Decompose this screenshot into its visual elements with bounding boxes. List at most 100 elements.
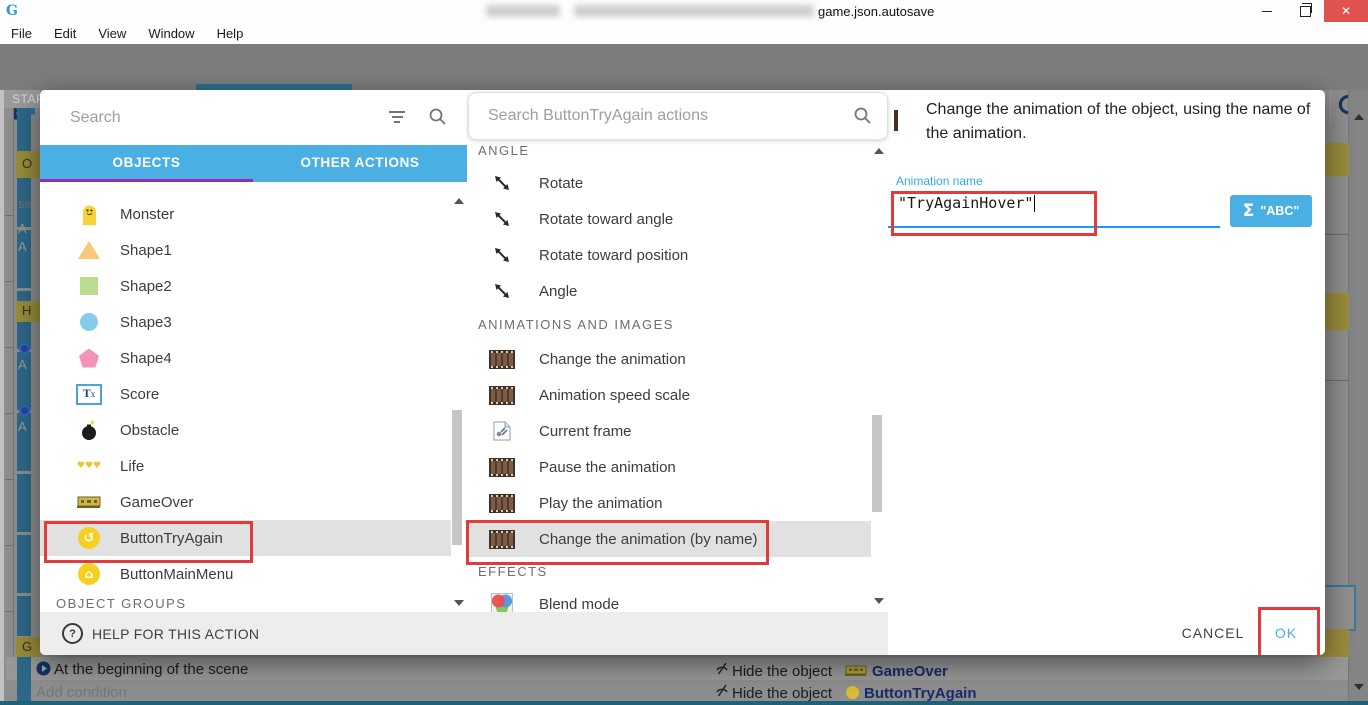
action-item-angle[interactable]: Angle <box>467 273 871 309</box>
menu-file[interactable]: File <box>0 26 43 41</box>
redacted-text-block <box>486 5 560 17</box>
section-header-angle: ANGLE <box>478 143 530 158</box>
filmstrip-icon <box>489 386 515 405</box>
objects-scroll-up-icon[interactable] <box>454 198 464 204</box>
comment-fragment: H <box>22 303 31 318</box>
action-item-label: Blend mode <box>539 596 619 613</box>
object-item-monster[interactable]: Monster <box>40 196 451 232</box>
animation-name-label: Animation name <box>896 174 983 188</box>
filmstrip-icon <box>489 494 515 513</box>
monster-icon <box>76 203 102 225</box>
objects-search-input[interactable] <box>40 90 410 145</box>
annotation-box-animation-name <box>891 191 1097 236</box>
tab-objects-label: OBJECTS <box>113 155 181 170</box>
condition-flower-icon <box>19 343 30 354</box>
search-icon <box>428 107 448 127</box>
start-column-label: START <box>12 92 40 106</box>
help-link[interactable]: HELP FOR THIS ACTION <box>92 626 259 642</box>
object-item-score[interactable]: Tx Score <box>40 376 451 412</box>
action-item-label: Animation speed scale <box>539 387 690 404</box>
events-tree-ticks <box>5 150 13 660</box>
tab-objects[interactable]: OBJECTS <box>40 145 253 179</box>
event-selection-bar <box>17 108 31 636</box>
object-item-shape1[interactable]: Shape1 <box>40 232 451 268</box>
object-item-obstacle[interactable]: Obstacle <box>40 412 451 448</box>
instruction-editor-dialog: OBJECTS OTHER ACTIONS Monster Shape1 Sha… <box>40 90 1325 655</box>
action-item-label: Pause the animation <box>539 459 676 476</box>
abc-label: "ABC" <box>1260 204 1299 218</box>
add-condition-text: Add condition <box>36 684 127 701</box>
objects-scrollbar-thumb[interactable] <box>452 410 462 545</box>
rotate-icon <box>489 210 515 228</box>
menu-view[interactable]: View <box>87 26 137 41</box>
actions-scroll-down-icon[interactable] <box>874 598 884 604</box>
action-item-current-frame[interactable]: Current frame <box>467 413 871 449</box>
titlebar: G game.json.autosave ✕ <box>0 0 1368 23</box>
tab-other-actions[interactable]: OTHER ACTIONS <box>253 145 467 179</box>
rotate-icon <box>489 246 515 264</box>
event-selection-bar <box>17 657 31 703</box>
gdevelop-window: G game.json.autosave ✕ File Edit View Wi… <box>0 0 1368 705</box>
objects-scroll-down-icon[interactable] <box>454 600 464 606</box>
object-item-label: Score <box>120 386 159 403</box>
menu-edit[interactable]: Edit <box>43 26 87 41</box>
hide-action-text: Hide the object <box>732 685 832 702</box>
actions-search-card <box>468 92 888 140</box>
event-text-fragment: A <box>18 357 27 372</box>
menu-help[interactable]: Help <box>206 26 255 41</box>
hide-action-text: Hide the object <box>732 663 832 680</box>
comment-row: G <box>16 637 40 658</box>
filmstrip-icon <box>489 458 515 477</box>
object-item-shape3[interactable]: Shape3 <box>40 304 451 340</box>
actions-scrollbar-thumb[interactable] <box>872 415 882 512</box>
window-title: game.json.autosave <box>818 4 934 19</box>
minimize-button[interactable] <box>1248 0 1286 22</box>
action-item-rotate-toward-angle[interactable]: Rotate toward angle <box>467 201 871 237</box>
action-item-play-animation[interactable]: Play the animation <box>467 485 871 521</box>
object-item-shape4[interactable]: Shape4 <box>40 340 451 376</box>
hide-action-object: ButtonTryAgain <box>864 685 977 702</box>
hide-action-icon <box>716 662 728 675</box>
object-item-label: ButtonMainMenu <box>120 566 233 583</box>
actions-search-input[interactable] <box>486 93 840 139</box>
action-item-rotate-toward-position[interactable]: Rotate toward position <box>467 237 871 273</box>
event-condition-row <box>6 680 1348 703</box>
action-item-label: Play the animation <box>539 495 662 512</box>
maximize-button[interactable] <box>1286 0 1324 22</box>
annotation-box-by-name-action <box>466 520 769 565</box>
gameover-banner-icon <box>76 496 102 508</box>
action-item-label: Current frame <box>539 423 632 440</box>
toolbar <box>0 44 1368 84</box>
action-item-rotate[interactable]: Rotate <box>467 165 871 201</box>
filter-icon[interactable] <box>389 111 405 123</box>
gdevelop-logo-icon: G <box>6 3 18 19</box>
object-item-shape2[interactable]: Shape2 <box>40 268 451 304</box>
event-text-fragment: A <box>18 221 27 236</box>
event-text-fragment: A <box>18 239 27 254</box>
scroll-down-icon <box>1354 684 1364 690</box>
cancel-button[interactable]: CANCEL <box>1168 620 1258 646</box>
events-tree-line <box>13 108 14 700</box>
action-description: Change the animation of the object, usin… <box>926 98 1324 146</box>
action-item-change-animation[interactable]: Change the animation <box>467 341 871 377</box>
section-header-effects: EFFECTS <box>478 564 548 579</box>
action-item-label: Rotate toward angle <box>539 211 673 228</box>
annotation-box-tryagain <box>44 521 253 563</box>
search-icon <box>853 106 873 126</box>
filmstrip-icon <box>894 112 898 130</box>
action-item-pause-animation[interactable]: Pause the animation <box>467 449 871 485</box>
condition-flower-icon <box>19 405 30 416</box>
tab-other-actions-label: OTHER ACTIONS <box>300 155 419 170</box>
comment-fragment: O <box>22 156 32 171</box>
hearts-icon: ♥♥♥ <box>76 461 102 471</box>
object-item-life[interactable]: ♥♥♥ Life <box>40 448 451 484</box>
rotate-icon <box>489 174 515 192</box>
bomb-icon <box>76 420 102 441</box>
menu-window[interactable]: Window <box>137 26 205 41</box>
close-button[interactable]: ✕ <box>1324 0 1368 22</box>
object-item-gameover[interactable]: GameOver <box>40 484 451 520</box>
actions-scroll-up-icon[interactable] <box>874 148 884 154</box>
objects-tabbar: OBJECTS OTHER ACTIONS <box>40 145 467 182</box>
action-item-animation-speed[interactable]: Animation speed scale <box>467 377 871 413</box>
expression-editor-button[interactable]: Σ "ABC" <box>1230 195 1312 227</box>
